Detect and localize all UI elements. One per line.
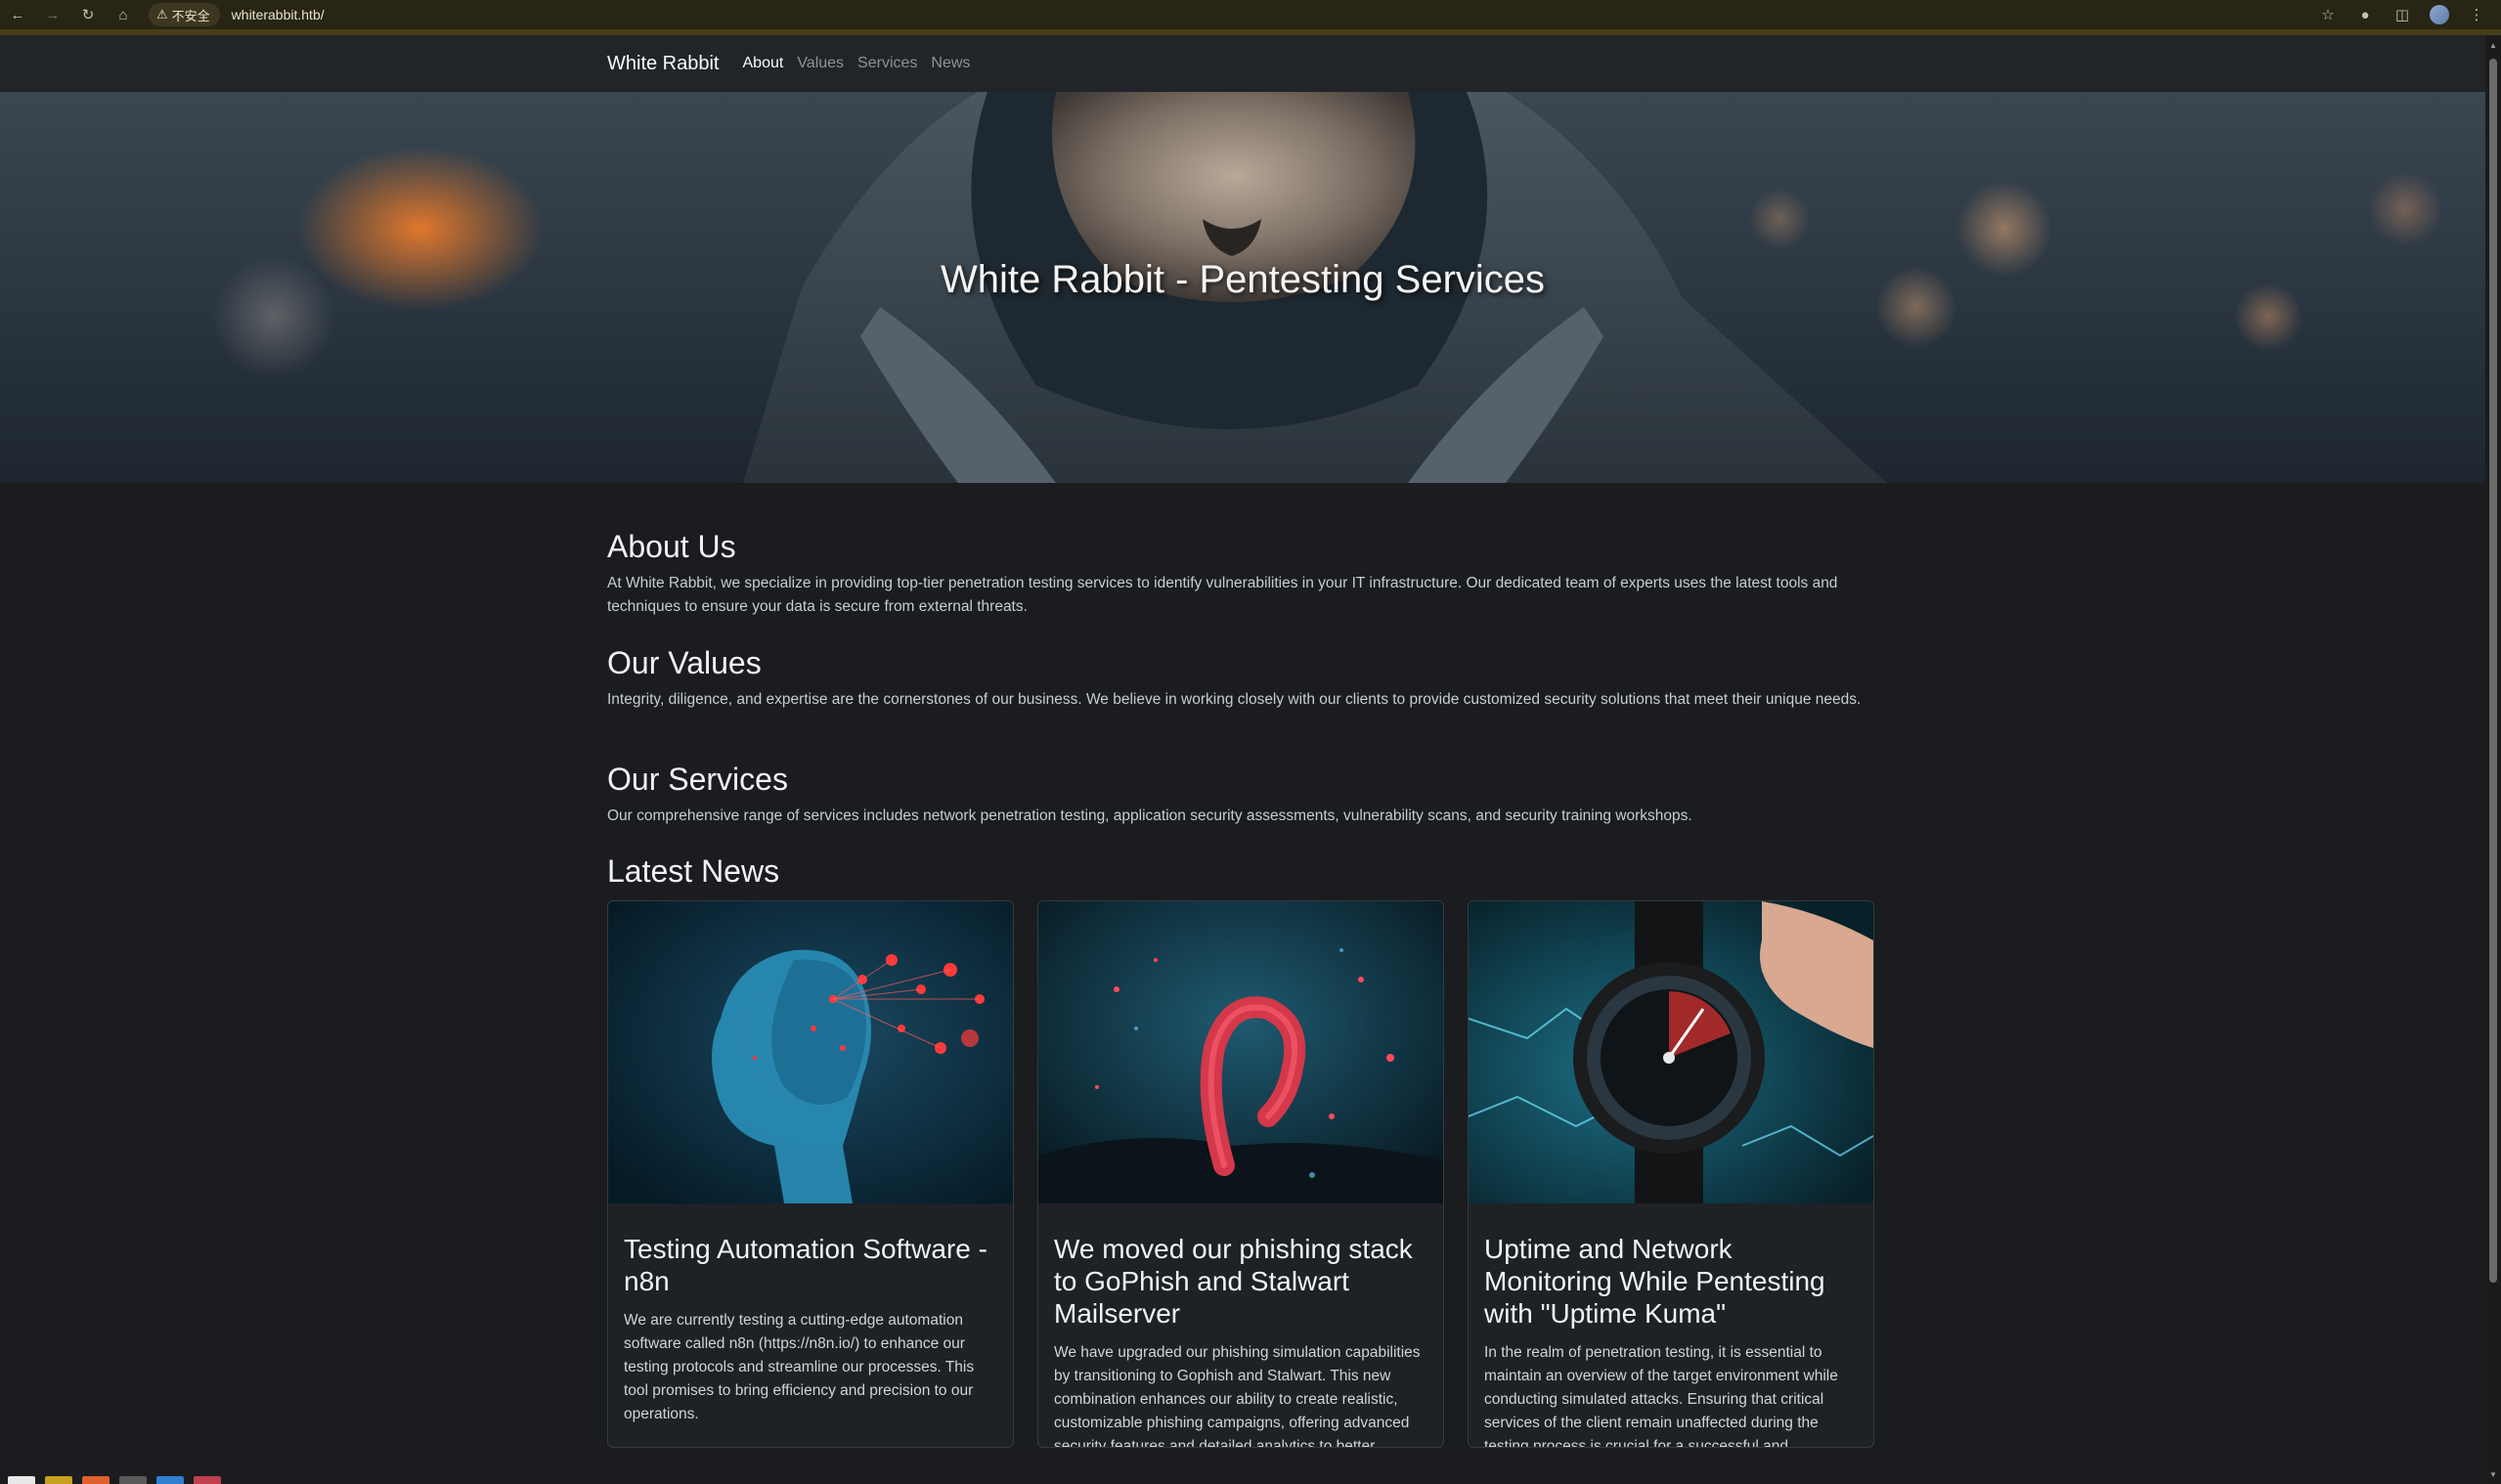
- nav-link-services[interactable]: Services: [857, 55, 917, 72]
- taskbar-app-icon[interactable]: [194, 1476, 221, 1484]
- taskbar-app-icon[interactable]: [45, 1476, 72, 1484]
- news-card-text: We have upgraded our phishing simulation…: [1054, 1344, 1421, 1448]
- services-text: Our comprehensive range of services incl…: [607, 807, 1692, 824]
- services-section: Our Services Our comprehensive range of …: [607, 760, 1874, 828]
- watch-monitoring-image: [1469, 901, 1873, 1203]
- taskbar-peek: [0, 1476, 264, 1484]
- hero-title: White Rabbit - Pentesting Services: [940, 258, 1546, 301]
- extension-record-icon[interactable]: ●: [2347, 0, 2384, 29]
- news-title: Latest News: [607, 853, 780, 889]
- profile-avatar[interactable]: [2421, 0, 2458, 29]
- about-section: About Us At White Rabbit, we specialize …: [607, 527, 1874, 619]
- scrollbar-thumb[interactable]: [2489, 59, 2497, 1283]
- ai-head-image: [608, 901, 1013, 1203]
- news-card-title[interactable]: Uptime and Network Monitoring While Pent…: [1484, 1233, 1858, 1330]
- menu-kebab-icon[interactable]: ⋮: [2458, 0, 2495, 29]
- values-title: Our Values: [607, 645, 762, 680]
- news-card[interactable]: We moved our phishing stack to GoPhish a…: [1037, 900, 1444, 1448]
- nav-link-news[interactable]: News: [931, 55, 970, 72]
- address-bar[interactable]: ⚠ 不安全 whiterabbit.htb/: [149, 3, 2300, 26]
- back-icon[interactable]: ←: [0, 0, 35, 29]
- news-card-title[interactable]: Testing Automation Software - n8n: [624, 1233, 997, 1297]
- news-card-title[interactable]: We moved our phishing stack to GoPhish a…: [1054, 1233, 1427, 1330]
- news-card[interactable]: Testing Automation Software - n8n We are…: [607, 900, 1014, 1448]
- nav-link-values[interactable]: Values: [797, 55, 844, 72]
- news-section: Latest News: [607, 851, 1874, 891]
- taskbar-app-icon[interactable]: [119, 1476, 147, 1484]
- avatar: [2430, 5, 2449, 24]
- extensions-puzzle-icon[interactable]: ◫: [2384, 0, 2421, 29]
- taskbar-app-icon[interactable]: [82, 1476, 110, 1484]
- hero-banner: White Rabbit - Pentesting Services: [0, 92, 2485, 483]
- site-navbar: White Rabbit About Values Services News: [0, 35, 2485, 92]
- news-card[interactable]: Uptime and Network Monitoring While Pent…: [1468, 900, 1874, 1448]
- scroll-down-arrow-icon[interactable]: ▼: [2488, 1470, 2498, 1480]
- nav-link-about[interactable]: About: [743, 55, 784, 72]
- scroll-up-arrow-icon[interactable]: ▲: [2488, 41, 2498, 51]
- url-text[interactable]: whiterabbit.htb/: [232, 7, 325, 22]
- warning-icon: ⚠: [156, 7, 168, 22]
- values-section: Our Values Integrity, diligence, and exp…: [607, 643, 1874, 712]
- brand-link[interactable]: White Rabbit: [607, 53, 720, 75]
- vertical-scrollbar[interactable]: ▲ ▼: [2485, 35, 2501, 1484]
- services-title: Our Services: [607, 762, 788, 797]
- taskbar-app-icon[interactable]: [8, 1476, 35, 1484]
- home-icon[interactable]: ⌂: [106, 0, 141, 29]
- news-cards: Testing Automation Software - n8n We are…: [607, 900, 1874, 1448]
- taskbar-app-icon[interactable]: [156, 1476, 184, 1484]
- phishing-hook-image: [1038, 901, 1443, 1203]
- about-text: At White Rabbit, we specialize in provid…: [607, 575, 1838, 615]
- security-chip[interactable]: ⚠ 不安全: [149, 3, 220, 26]
- bookmark-star-icon[interactable]: ☆: [2309, 0, 2347, 29]
- security-label: 不安全: [171, 8, 210, 23]
- browser-toolbar: ← → ↻ ⌂ ⚠ 不安全 whiterabbit.htb/ ☆ ● ◫ ⋮: [0, 0, 2501, 29]
- forward-icon[interactable]: →: [35, 0, 70, 29]
- news-card-text: We are currently testing a cutting-edge …: [624, 1312, 975, 1422]
- about-title: About Us: [607, 529, 736, 564]
- values-text: Integrity, diligence, and expertise are …: [607, 691, 1862, 708]
- news-card-text: In the realm of penetration testing, it …: [1484, 1344, 1838, 1448]
- reload-icon[interactable]: ↻: [70, 0, 106, 29]
